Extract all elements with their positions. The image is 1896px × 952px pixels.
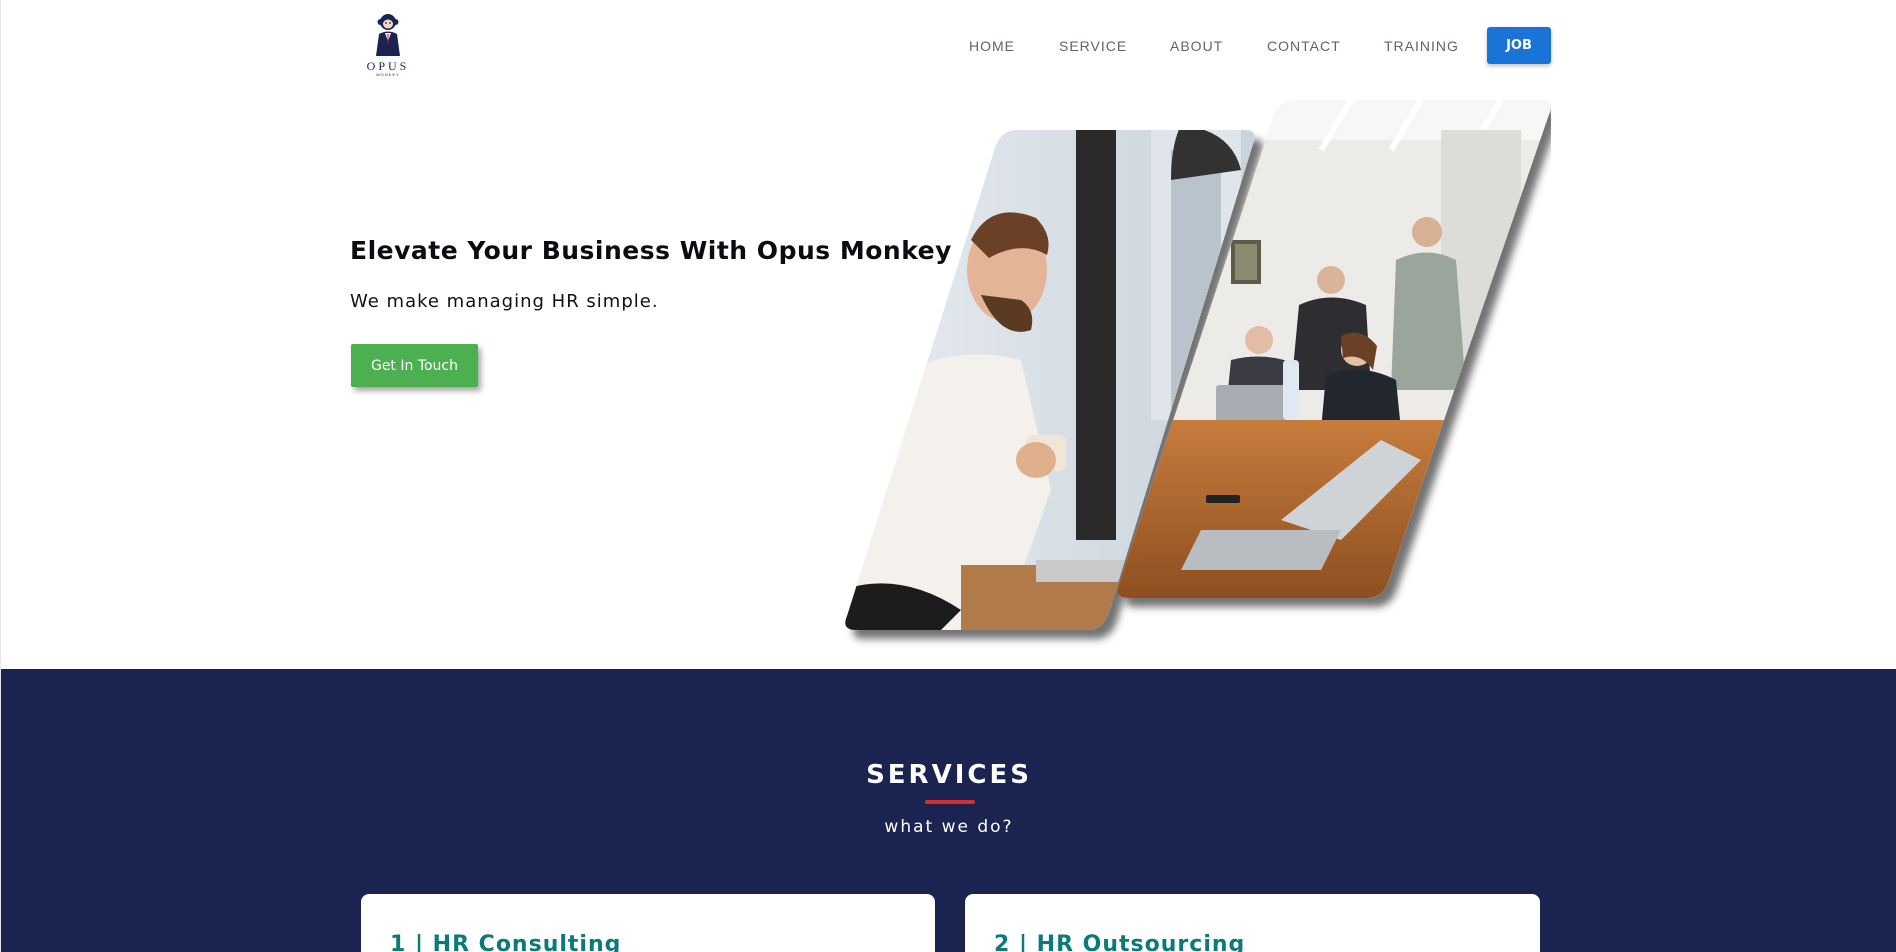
nav-home-link[interactable]: HOME <box>969 38 1015 54</box>
site-header: OPUS MONKEY HOME SERVICE ABOUT CONTACT T… <box>1 0 1896 92</box>
get-in-touch-button[interactable]: Get In Touch <box>351 344 478 387</box>
services-title: SERVICES <box>866 760 1032 790</box>
nav-service-link[interactable]: SERVICE <box>1059 38 1127 54</box>
nav-job-button[interactable]: JOB <box>1487 27 1551 64</box>
page: OPUS MONKEY HOME SERVICE ABOUT CONTACT T… <box>0 0 1896 952</box>
monkey-logo-icon <box>376 14 400 56</box>
hero-subtitle: We make managing HR simple. <box>350 291 659 312</box>
services-section: SERVICES what we do? 1 | HR Consulting 2… <box>1 669 1896 952</box>
logo-subword: MONKEY <box>376 72 400 77</box>
logo-wordmark: OPUS <box>366 59 410 73</box>
service-card-title: 2 | HR Outsourcing <box>994 932 1246 952</box>
services-subtitle: what we do? <box>884 817 1014 837</box>
nav-about-link[interactable]: ABOUT <box>1170 38 1223 54</box>
service-card-hr-consulting[interactable]: 1 | HR Consulting <box>361 894 935 952</box>
service-card-hr-outsourcing[interactable]: 2 | HR Outsourcing <box>965 894 1540 952</box>
service-card-title: 1 | HR Consulting <box>390 932 622 952</box>
brand-logo[interactable]: OPUS MONKEY <box>363 12 413 82</box>
nav-training-link[interactable]: TRAINING <box>1384 38 1459 54</box>
services-divider <box>925 800 975 804</box>
hero-images <box>845 100 1551 630</box>
nav-contact-link[interactable]: CONTACT <box>1267 38 1341 54</box>
